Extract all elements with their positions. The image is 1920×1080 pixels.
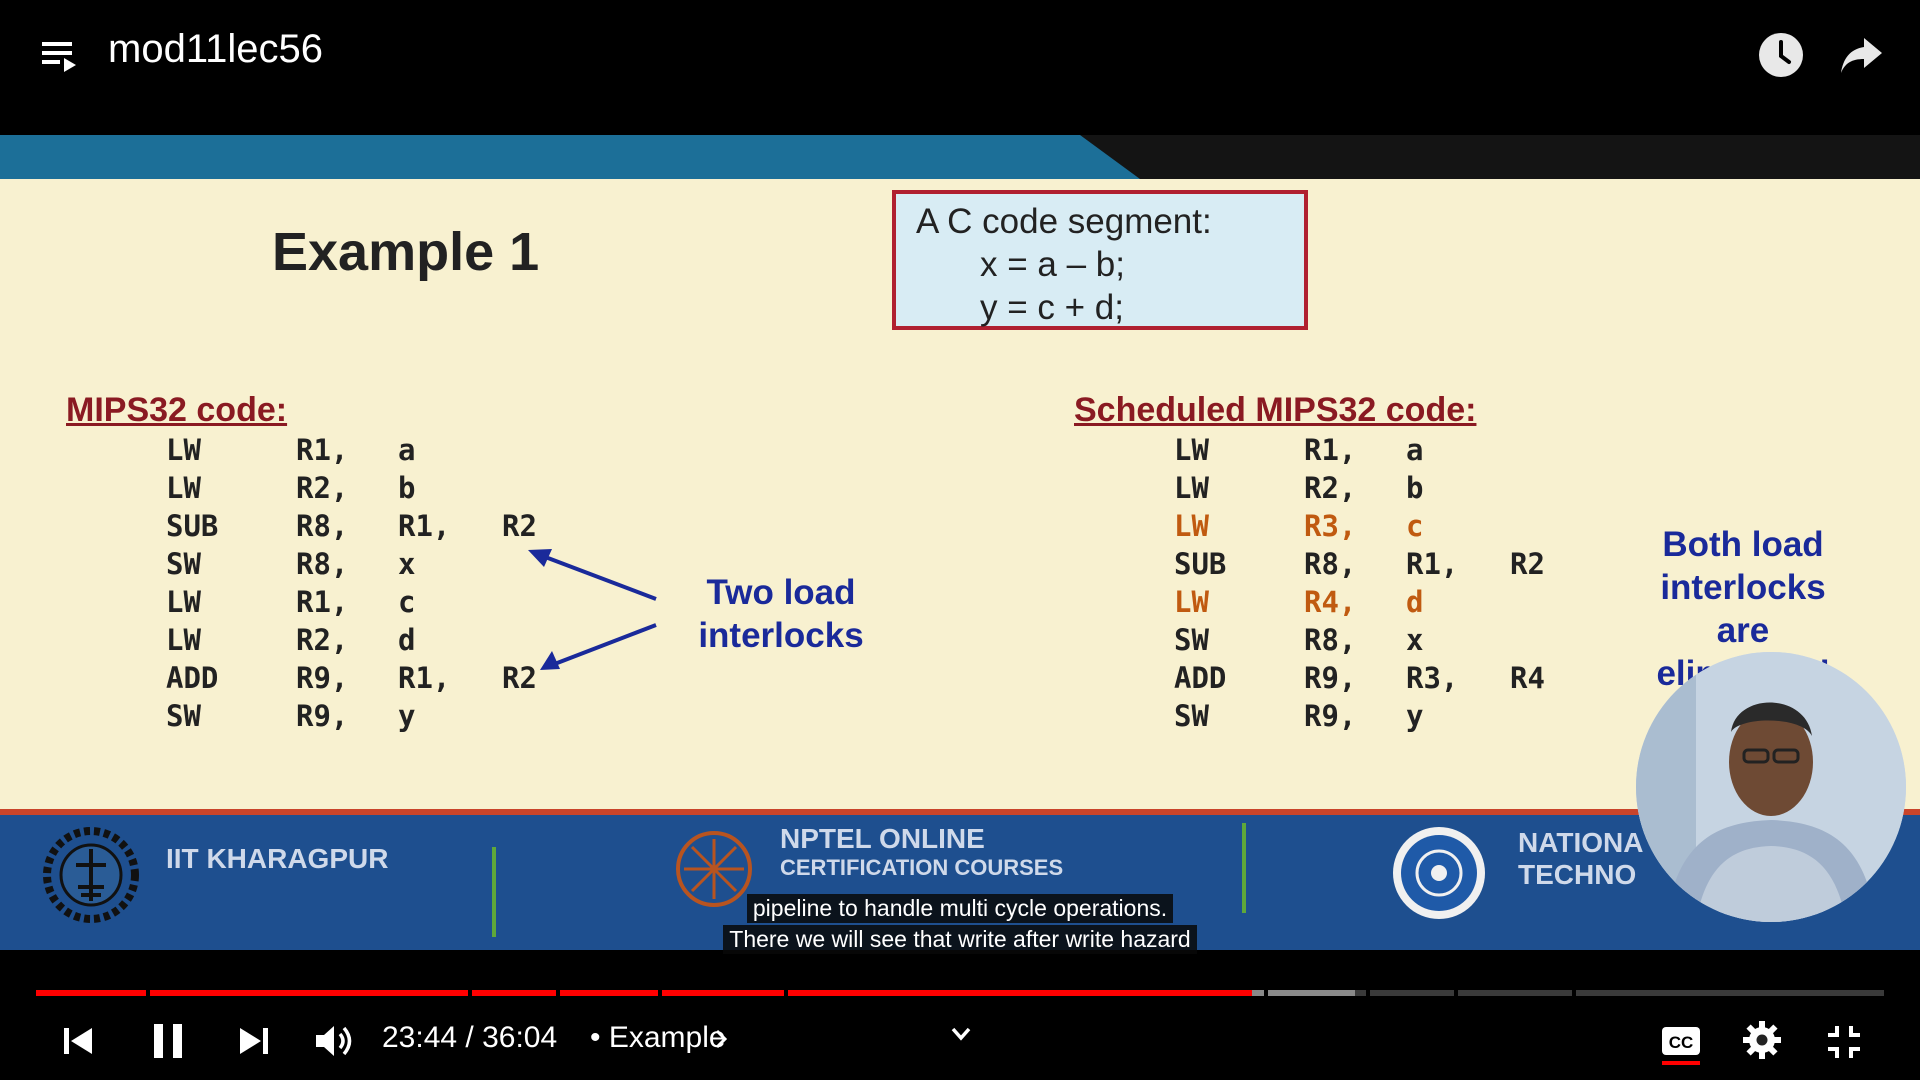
presenter-webcam [1636,652,1906,922]
interlock-arrows [528,549,657,670]
chapter-marker [784,990,788,996]
video-frame[interactable]: Example 1 A C code segment: x = a – b; y… [0,135,1920,950]
chevron-right-icon[interactable] [714,1027,728,1051]
current-time: 23:44 [382,1021,458,1054]
footer-institute-text: NATIONA [1518,827,1644,858]
video-title[interactable]: mod11lec56 [108,27,323,72]
note-line: interlocks [698,616,864,655]
share-arrow-icon[interactable] [1838,32,1886,78]
two-load-interlocks-note: Two load interlocks [676,571,886,657]
caption-line: pipeline to handle multi cycle operation… [746,894,1174,923]
gear-icon[interactable] [1742,1020,1782,1060]
chevron-down-icon[interactable] [950,1026,972,1042]
chapter-marker [1454,990,1458,996]
footer-iit-kharagpur-text: IIT KHARAGPUR [166,843,389,874]
svg-text:CC: CC [1669,1033,1694,1052]
time-display: 23:44 / 36:04 [382,1021,557,1055]
chapter-marker [1572,990,1576,996]
note-line: Both load [1662,525,1824,564]
captions-overlay: pipeline to handle multi cycle operation… [0,894,1920,956]
chapter-title[interactable]: • Example [590,1021,726,1055]
chapter-marker [146,990,150,996]
duration: 36:04 [482,1021,558,1054]
chapter-marker [658,990,662,996]
time-separator: / [457,1021,483,1054]
note-line: interlocks [1660,568,1826,607]
closed-captions-icon[interactable]: CC [1660,1024,1702,1066]
top-bar: mod11lec56 [0,0,1920,108]
progress-bar[interactable] [36,990,1884,996]
chapter-marker [556,990,560,996]
caption-line: There we will see that write after write… [723,925,1197,954]
footer-nptel-subtitle: CERTIFICATION COURSES [780,855,1064,880]
note-line: Two load [706,573,856,612]
chapter-marker [468,990,472,996]
presenter-portrait [1636,652,1906,922]
chapter-marker [1366,990,1370,996]
footer-institute-text: TECHNO [1518,859,1637,890]
chapter-marker [1264,990,1268,996]
exit-fullscreen-icon[interactable] [1826,1024,1862,1060]
previous-icon[interactable] [62,1026,94,1056]
playlist-icon[interactable] [40,38,80,78]
progress-played [36,990,1252,996]
note-line: are [1716,611,1770,650]
volume-icon[interactable] [314,1022,356,1060]
footer-nptel-title: NPTEL ONLINE [780,823,985,854]
next-icon[interactable] [238,1026,270,1056]
clock-icon[interactable] [1758,32,1804,78]
pause-icon[interactable] [152,1022,184,1060]
